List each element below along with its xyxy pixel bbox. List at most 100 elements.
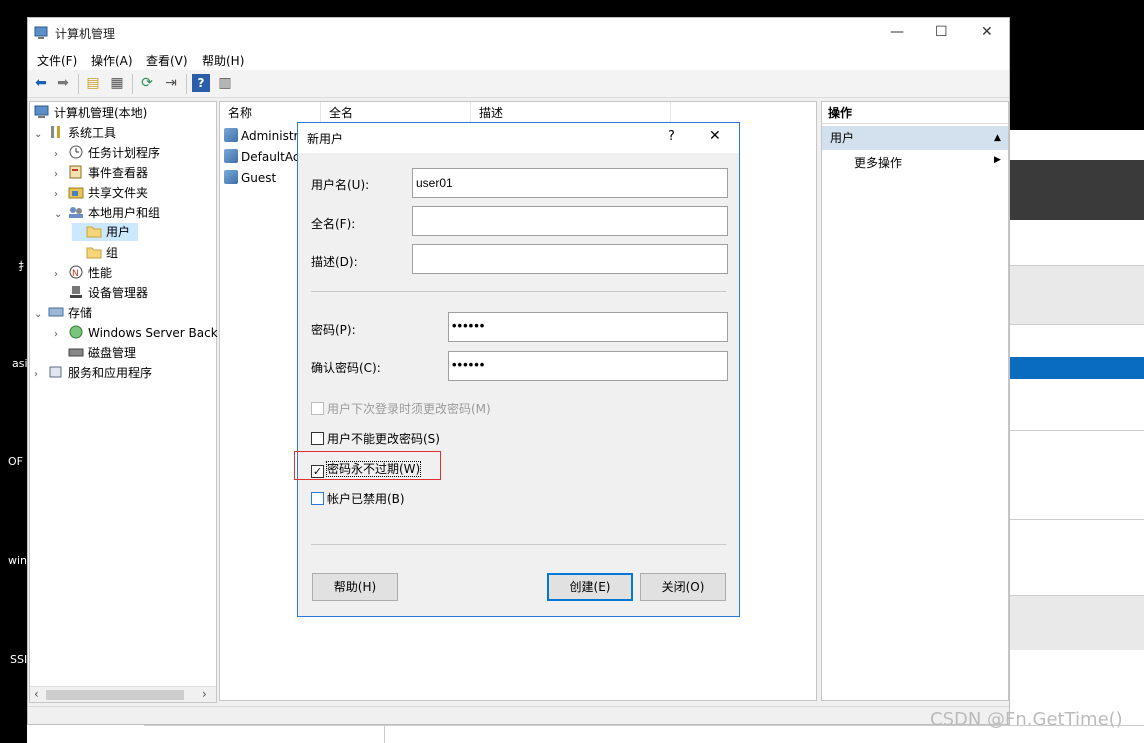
scroll-thumb[interactable] xyxy=(46,690,184,700)
desktop-strip: 扌 asi OF win SSI xyxy=(0,0,29,743)
tree-label: 计算机管理(本地) xyxy=(54,106,148,120)
export-icon[interactable]: ⇥ xyxy=(162,74,180,92)
minimize-button[interactable]: — xyxy=(890,24,904,40)
tree-item-disk-management[interactable]: 磁盘管理 xyxy=(54,344,136,362)
tree-item-shared-folders[interactable]: › 共享文件夹 xyxy=(54,184,148,202)
properties-icon[interactable]: ▥ xyxy=(216,74,234,92)
create-button[interactable]: 创建(E) xyxy=(547,573,633,601)
show-tree-icon[interactable]: ▦ xyxy=(108,74,126,92)
chevron-down-icon[interactable]: ⌄ xyxy=(34,306,48,324)
tree-item-storage[interactable]: ⌄ 存储 xyxy=(34,304,92,322)
menu-view[interactable]: 查看(V) xyxy=(146,52,188,69)
fullname-input[interactable] xyxy=(412,206,728,236)
tree-item-event-viewer[interactable]: › 事件查看器 xyxy=(54,164,148,182)
checkbox-box[interactable] xyxy=(311,402,324,415)
column-header-description[interactable]: 描述 xyxy=(471,102,671,124)
column-header-name[interactable]: 名称 xyxy=(220,102,321,124)
refresh-icon[interactable]: ⟳ xyxy=(138,74,156,92)
checkbox-box[interactable] xyxy=(311,432,324,445)
chevron-down-icon[interactable]: ⌄ xyxy=(54,206,68,224)
new-user-dialog: 新用户 ? ✕ 用户名(U): 全名(F): 描述(D): 密码(P): •••… xyxy=(297,122,740,617)
password-input[interactable]: •••••• xyxy=(448,312,728,342)
scroll-left-icon[interactable]: ‹ xyxy=(34,687,39,701)
performance-icon: N xyxy=(69,265,83,279)
clock-icon xyxy=(69,145,83,159)
chevron-right-icon[interactable]: › xyxy=(54,266,68,284)
forward-icon[interactable]: ➡ xyxy=(54,74,72,92)
checkbox-box[interactable] xyxy=(311,492,324,505)
toolbar-separator xyxy=(186,74,187,94)
close-button[interactable]: ✕ xyxy=(981,24,993,40)
list-item[interactable]: Administr xyxy=(224,126,298,146)
user-icon xyxy=(224,149,238,163)
chevron-right-icon[interactable]: › xyxy=(54,186,68,204)
tree-label: 共享文件夹 xyxy=(88,186,149,200)
username-label: 用户名(U): xyxy=(311,178,370,192)
chevron-right-icon[interactable]: › xyxy=(54,166,68,184)
maximize-button[interactable]: ☐ xyxy=(935,24,948,40)
dialog-title: 新用户 xyxy=(307,132,344,146)
dialog-help-icon[interactable]: ? xyxy=(668,129,675,144)
column-header-fullname[interactable]: 全名 xyxy=(321,102,471,124)
dialog-close-icon[interactable]: ✕ xyxy=(709,128,721,144)
background-band xyxy=(1010,265,1144,325)
horizontal-scrollbar[interactable]: ‹ › xyxy=(30,686,216,702)
must-change-password-checkbox[interactable]: 用户下次登录时须更改密码(M) xyxy=(311,402,491,418)
tree-item-performance[interactable]: › N 性能 xyxy=(54,264,112,282)
tree-item-users[interactable]: 用户 xyxy=(72,223,138,241)
tree-label: 服务和应用程序 xyxy=(68,366,153,380)
toolbar-separator xyxy=(78,74,79,94)
tree-item-task-scheduler[interactable]: › 任务计划程序 xyxy=(54,144,160,162)
divider xyxy=(311,291,726,292)
services-icon xyxy=(49,366,62,378)
username-input[interactable] xyxy=(412,168,728,198)
watermark: CSDN @Fn.GetTime() xyxy=(930,709,1123,730)
tree-item-local-users-groups[interactable]: ⌄ 本地用户和组 xyxy=(54,204,160,222)
tree-item-root[interactable]: 计算机管理(本地) xyxy=(34,104,147,122)
up-folder-icon[interactable]: ▤ xyxy=(84,74,102,92)
tree-item-services-apps[interactable]: › 服务和应用程序 xyxy=(34,364,152,382)
account-disabled-checkbox[interactable]: 帐户已禁用(B) xyxy=(311,492,405,508)
disk-icon xyxy=(68,348,84,357)
close-dialog-button[interactable]: 关闭(O) xyxy=(640,573,726,601)
more-actions-label: 更多操作 xyxy=(854,156,903,170)
tree-item-windows-server-backup[interactable]: › Windows Server Back xyxy=(54,324,218,342)
help-icon[interactable]: ? xyxy=(192,74,210,92)
chevron-right-icon[interactable]: › xyxy=(34,366,48,384)
list-item[interactable]: Guest xyxy=(224,168,276,188)
svg-text:N: N xyxy=(72,269,79,279)
device-manager-icon xyxy=(70,286,82,298)
desktop-label[interactable]: win xyxy=(8,554,27,567)
menu-action[interactable]: 操作(A) xyxy=(91,52,133,69)
user-icon xyxy=(224,170,238,184)
taskbar-divider xyxy=(384,726,385,743)
chevron-right-icon[interactable]: › xyxy=(54,326,68,344)
confirm-password-input[interactable]: •••••• xyxy=(448,351,728,381)
actions-section-users[interactable]: 用户 ▲ xyxy=(822,126,1008,150)
desktop-label[interactable]: OF xyxy=(8,455,23,468)
user-icon xyxy=(224,128,238,142)
desktop-label[interactable]: SSI xyxy=(10,653,27,666)
title-bar[interactable]: 计算机管理 — ☐ ✕ xyxy=(28,18,1009,48)
menu-bar: 文件(F) 操作(A) 查看(V) 帮助(H) xyxy=(28,48,1009,70)
toolbar: ⬅ ➡ ▤ ▦ ⟳ ⇥ ? ▥ xyxy=(28,70,1009,98)
collapse-triangle-icon[interactable]: ▲ xyxy=(994,126,1001,150)
chevron-right-icon[interactable]: › xyxy=(54,146,68,164)
list-item[interactable]: DefaultAc xyxy=(224,147,299,167)
description-input[interactable] xyxy=(412,244,728,274)
annotation-highlight-box xyxy=(294,451,441,480)
taskbar-item[interactable] xyxy=(27,725,144,743)
tree-item-device-manager[interactable]: 设备管理器 xyxy=(54,284,148,302)
menu-file[interactable]: 文件(F) xyxy=(37,52,77,69)
more-actions-item[interactable]: 更多操作 xyxy=(854,154,902,172)
menu-help[interactable]: 帮助(H) xyxy=(202,52,244,69)
dialog-title-bar[interactable]: 新用户 ? ✕ xyxy=(298,123,739,153)
scroll-right-icon[interactable]: › xyxy=(202,687,207,701)
desktop-label[interactable]: asi xyxy=(12,357,28,370)
help-button[interactable]: 帮助(H) xyxy=(312,573,398,601)
tree-item-system-tools[interactable]: ⌄ 系统工具 xyxy=(34,124,116,142)
chevron-down-icon[interactable]: ⌄ xyxy=(34,126,48,144)
back-icon[interactable]: ⬅ xyxy=(32,74,50,92)
tree-item-groups[interactable]: 组 xyxy=(72,244,118,262)
cannot-change-password-checkbox[interactable]: 用户不能更改密码(S) xyxy=(311,432,440,448)
